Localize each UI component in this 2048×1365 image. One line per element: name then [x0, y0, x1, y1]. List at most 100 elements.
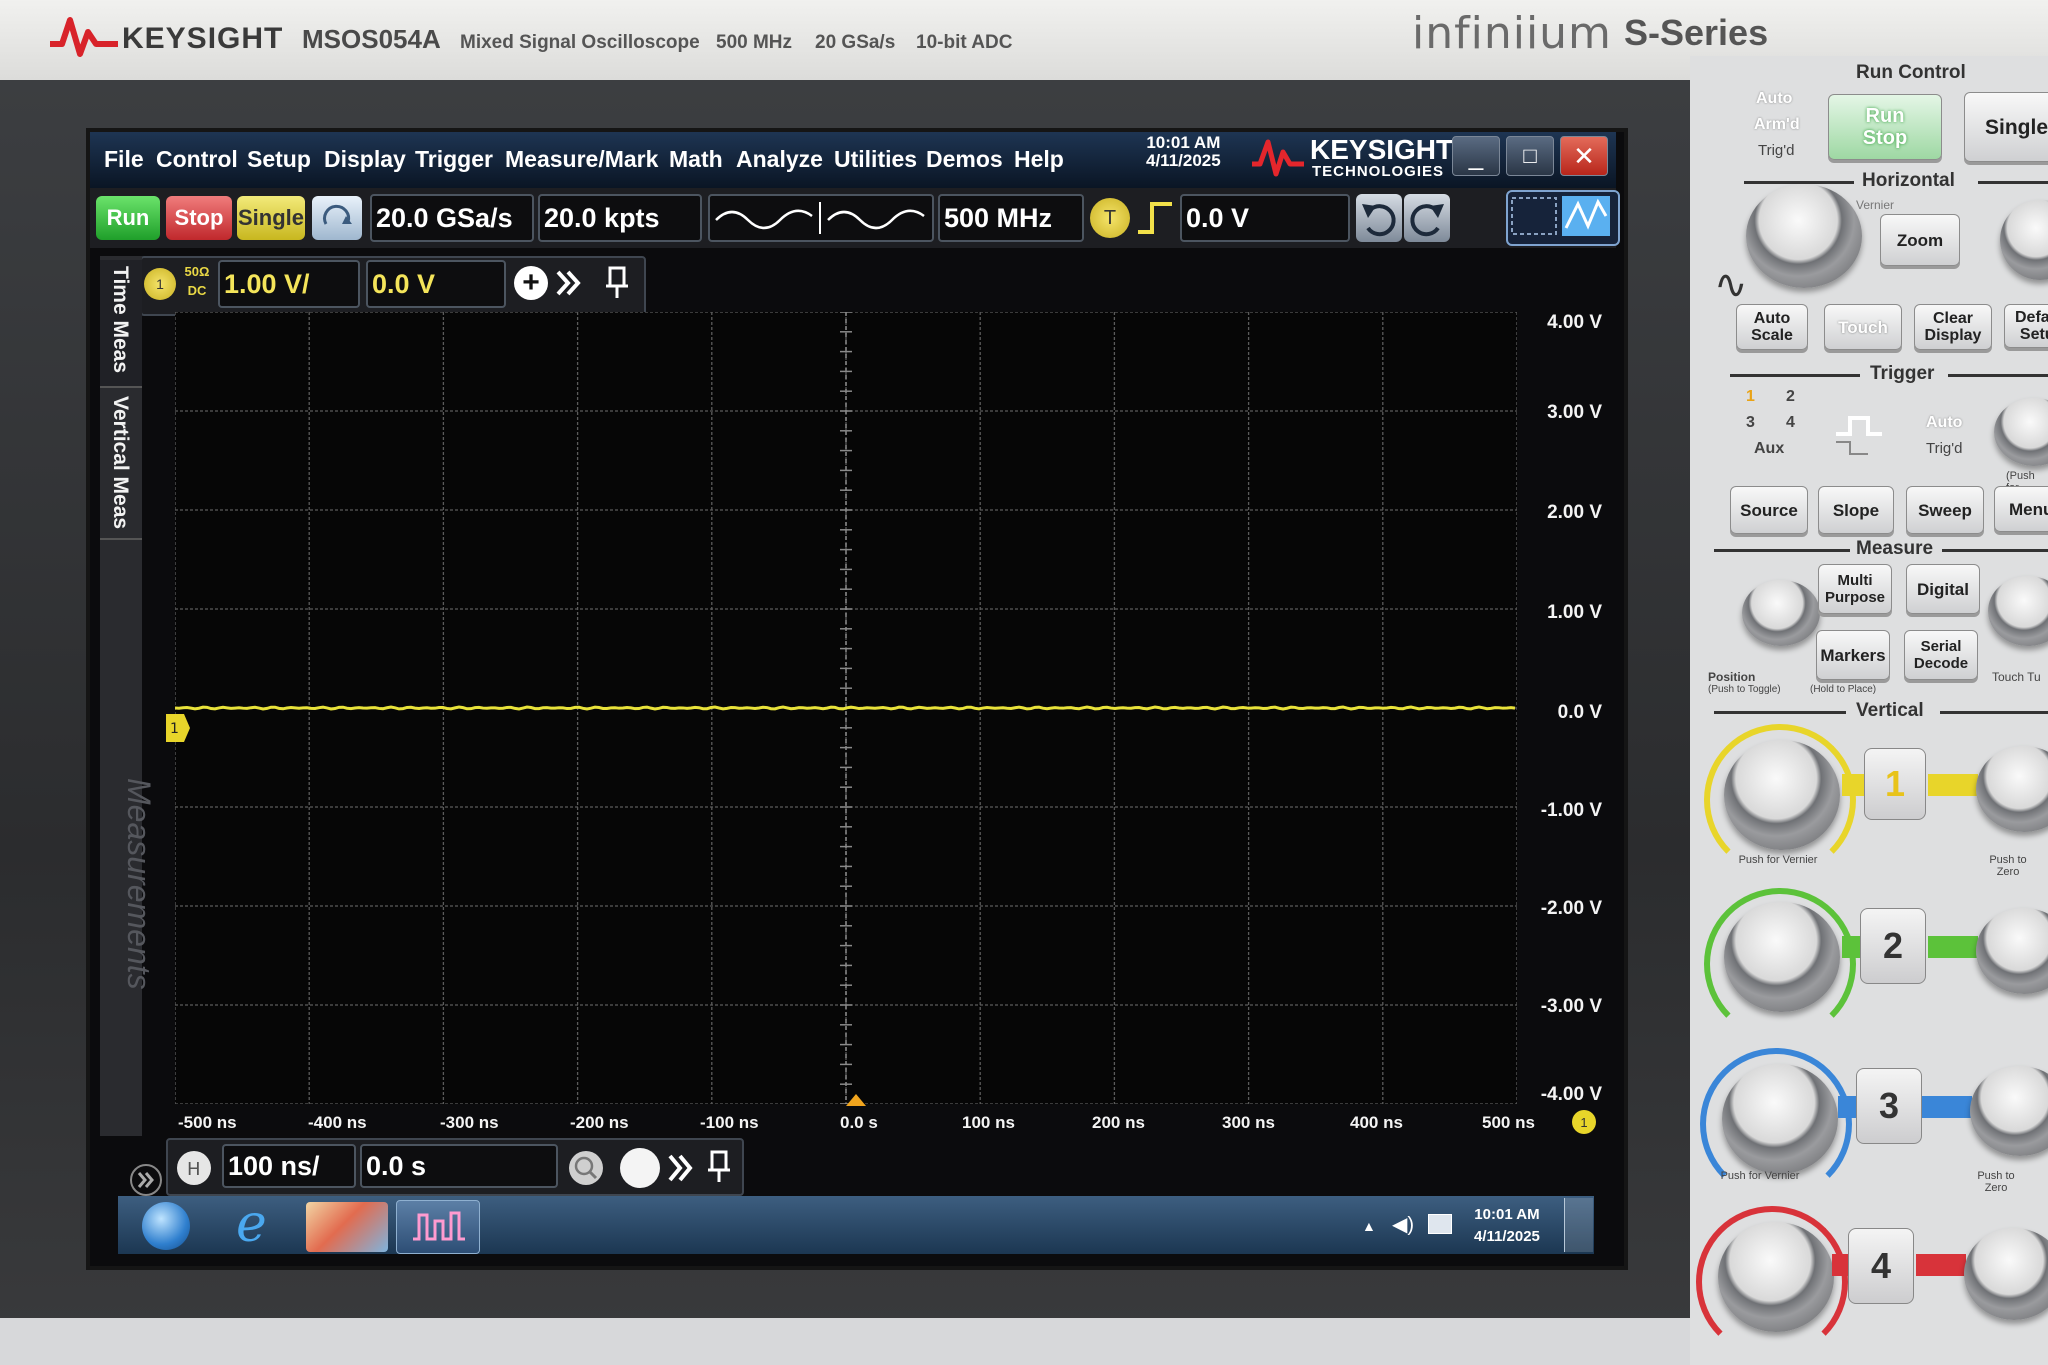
- ch2-button[interactable]: 2: [1860, 908, 1926, 984]
- channel1-ground-marker-icon[interactable]: 1: [162, 706, 192, 750]
- horizontal-scale-knob[interactable]: [1746, 184, 1862, 288]
- trigger-sweep-button[interactable]: Sweep: [1906, 486, 1984, 534]
- multipurpose-button[interactable]: Multi Purpose: [1818, 564, 1892, 614]
- serial-decode-button[interactable]: Serial Decode: [1904, 630, 1978, 680]
- channel1-offset-field[interactable]: 0.0 V: [366, 260, 506, 308]
- x-tick-label: -100 ns: [700, 1113, 759, 1132]
- memory-depth-field[interactable]: 20.0 kpts: [538, 194, 702, 242]
- undo-icon[interactable]: [1356, 194, 1402, 242]
- x-tick-label: -300 ns: [440, 1113, 499, 1132]
- digital-button[interactable]: Digital: [1906, 564, 1980, 614]
- menu-help[interactable]: Help: [1014, 146, 1064, 173]
- zoom-button[interactable]: Zoom: [1880, 214, 1960, 266]
- menu-analyze[interactable]: Analyze: [736, 146, 823, 173]
- y-tick-label: -2.00 V: [1540, 898, 1602, 919]
- trigger-source-button[interactable]: Source: [1730, 486, 1808, 534]
- channel1-scale-field[interactable]: 1.00 V/: [218, 260, 360, 308]
- channel1-badge[interactable]: 1: [144, 268, 176, 300]
- menu-measure-mark[interactable]: Measure/Mark: [505, 146, 658, 173]
- menu-control[interactable]: Control: [156, 146, 238, 173]
- show-desktop-button[interactable]: [1564, 1198, 1593, 1252]
- auto-indicator: Auto: [1756, 90, 1793, 107]
- trigger-level-field[interactable]: 0.0 V: [1180, 194, 1350, 242]
- trigger-source-aux[interactable]: Aux: [1754, 440, 1784, 458]
- default-setup-button[interactable]: Default Setup: [2004, 304, 2048, 348]
- tab-time-meas[interactable]: Time Meas: [100, 260, 142, 388]
- internet-explorer-icon[interactable]: e: [236, 1196, 280, 1252]
- zoom-icon[interactable]: [566, 1148, 606, 1188]
- menu-utilities[interactable]: Utilities: [834, 146, 917, 173]
- trigger-source-4[interactable]: 4: [1786, 414, 1795, 432]
- ch1-button[interactable]: 1: [1864, 748, 1926, 820]
- minimize-button[interactable]: _: [1452, 136, 1500, 176]
- horizontal-badge-icon[interactable]: H: [174, 1148, 214, 1188]
- channel1-impedance: 50Ω: [184, 264, 210, 279]
- panel-single-button[interactable]: Single: [1964, 92, 2048, 162]
- trigger-slope-button[interactable]: Slope: [1818, 486, 1894, 534]
- time-position-field[interactable]: 0.0 s: [360, 1144, 558, 1188]
- clear-display-button[interactable]: Clear Display: [1914, 304, 1992, 350]
- sample-rate-field[interactable]: 20.0 GSa/s: [370, 194, 534, 242]
- taskbar-app-icon[interactable]: [306, 1202, 388, 1252]
- horizontal-reference-icon[interactable]: [620, 1148, 660, 1188]
- screen-brand: KEYSIGHT: [1310, 134, 1454, 165]
- waveform-plot[interactable]: [175, 312, 1517, 1104]
- close-button[interactable]: ✕: [1560, 136, 1608, 176]
- time-scale-field[interactable]: 100 ns/: [222, 1144, 356, 1188]
- markers-button[interactable]: Markers: [1816, 630, 1890, 680]
- y-tick-label: -4.00 V: [1540, 1084, 1602, 1105]
- trigger-source-3[interactable]: 3: [1746, 414, 1755, 432]
- add-channel-icon[interactable]: +: [514, 266, 548, 300]
- taskbar-clock[interactable]: 10:01 AM 4/11/2025: [1474, 1204, 1540, 1248]
- x-tick-label: -500 ns: [178, 1113, 237, 1132]
- horizontal-expand-chevron-icon[interactable]: [666, 1150, 696, 1186]
- taskbar-date: 4/11/2025: [1474, 1228, 1540, 1245]
- stop-button[interactable]: Stop: [166, 196, 232, 240]
- menu-display[interactable]: Display: [324, 146, 406, 173]
- trigger-slope-indicator-icon: [1836, 416, 1882, 455]
- start-button-icon[interactable]: [142, 1202, 190, 1250]
- run-button[interactable]: Run: [96, 196, 160, 240]
- touch-button[interactable]: Touch: [1824, 304, 1902, 350]
- redo-icon[interactable]: [1404, 194, 1450, 242]
- trigger-badge[interactable]: T: [1090, 198, 1130, 238]
- infiniium-app-icon[interactable]: [396, 1200, 480, 1254]
- expand-panel-icon[interactable]: [128, 1162, 164, 1198]
- channel1-input-settings[interactable]: 50Ω DC: [182, 262, 212, 300]
- volume-icon[interactable]: ◀): [1392, 1212, 1414, 1237]
- menu-setup[interactable]: Setup: [247, 146, 311, 173]
- measure-title: Measure: [1856, 538, 1934, 559]
- trigger-source-1[interactable]: 1: [1746, 388, 1755, 406]
- expand-chevron-icon[interactable]: [554, 266, 584, 300]
- measurements-panel-label[interactable]: Measurements: [120, 778, 157, 990]
- ch4-button[interactable]: 4: [1848, 1228, 1914, 1304]
- acquisition-mode-icon[interactable]: [708, 194, 934, 242]
- single-button[interactable]: Single: [237, 196, 305, 240]
- menu-trigger[interactable]: Trigger: [415, 146, 493, 173]
- refresh-acquisition-icon[interactable]: [312, 196, 362, 240]
- ch3-scale-knob[interactable]: [1722, 1064, 1838, 1174]
- pin-icon[interactable]: [602, 264, 632, 302]
- ch2-scale-knob[interactable]: [1724, 902, 1840, 1012]
- bandwidth-field[interactable]: 500 MHz: [938, 194, 1084, 242]
- panel-run-stop-button[interactable]: Run Stop: [1828, 94, 1942, 160]
- menu-demos[interactable]: Demos: [926, 146, 1003, 173]
- maximize-button[interactable]: □: [1506, 136, 1554, 176]
- trigger-source-2[interactable]: 2: [1786, 388, 1795, 406]
- tray-expand-icon[interactable]: ▲: [1362, 1218, 1376, 1234]
- ch3-button[interactable]: 3: [1856, 1068, 1922, 1144]
- ch4-scale-knob[interactable]: [1718, 1222, 1834, 1332]
- trigger-time-marker-icon[interactable]: [844, 1092, 868, 1108]
- tab-vertical-meas[interactable]: Vertical Meas: [100, 390, 142, 540]
- trigger-menu-button[interactable]: Menu: [1994, 486, 2048, 532]
- channel1-scale-badge: 1: [1572, 1110, 1596, 1134]
- horizontal-pin-icon[interactable]: [704, 1148, 734, 1186]
- auto-scale-button[interactable]: Auto Scale: [1736, 304, 1808, 350]
- display-mode-icon[interactable]: [1506, 190, 1620, 246]
- menu-file[interactable]: File: [104, 146, 144, 173]
- menu-math[interactable]: Math: [669, 146, 723, 173]
- trigger-rising-edge-icon[interactable]: [1134, 198, 1176, 238]
- network-icon[interactable]: [1428, 1214, 1452, 1234]
- measure-position-knob[interactable]: [1742, 580, 1820, 646]
- ch1-scale-knob[interactable]: [1724, 740, 1840, 850]
